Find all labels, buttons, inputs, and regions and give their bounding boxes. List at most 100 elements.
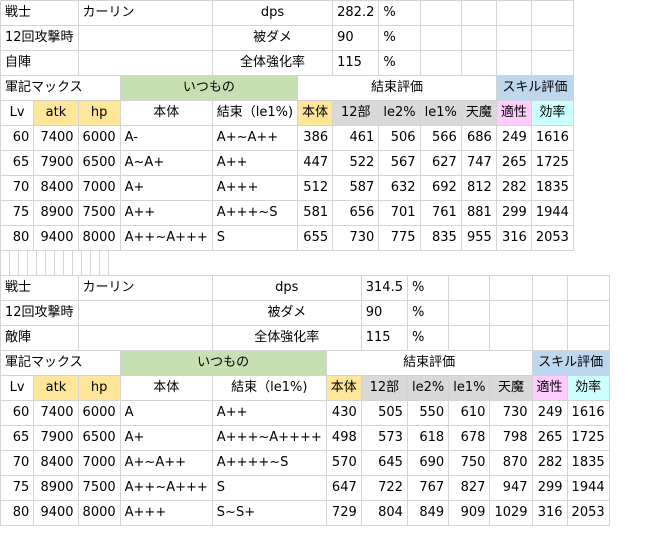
table-cell[interactable]: 447: [297, 150, 334, 176]
table-cell[interactable]: 618: [406, 425, 450, 451]
column-header-cell[interactable]: le2%: [406, 375, 450, 401]
group-header-kessoku[interactable]: 結束評価: [325, 350, 533, 376]
empty-cell[interactable]: [99, 250, 109, 276]
table-cell[interactable]: 909: [448, 500, 491, 526]
table-cell[interactable]: A: [119, 400, 213, 426]
empty-cell[interactable]: [566, 275, 610, 301]
empty-cell[interactable]: [0, 250, 10, 276]
table-cell[interactable]: 827: [448, 475, 491, 501]
table-cell[interactable]: 881: [460, 200, 497, 226]
table-cell[interactable]: 722: [360, 475, 408, 501]
info-unit-cell[interactable]: %: [406, 325, 450, 351]
table-cell[interactable]: 701: [378, 200, 421, 226]
table-cell[interactable]: 1725: [530, 150, 574, 176]
info-value-cell[interactable]: 90: [332, 25, 380, 51]
table-cell[interactable]: 812: [460, 175, 497, 201]
table-cell[interactable]: 8900: [33, 200, 79, 226]
table-cell[interactable]: 316: [495, 225, 532, 251]
group-header-itsumono[interactable]: いつもの: [119, 350, 327, 376]
table-cell[interactable]: 522: [332, 150, 380, 176]
empty-cell[interactable]: [45, 250, 55, 276]
info-key-cell[interactable]: 被ダメ: [211, 300, 362, 326]
table-cell[interactable]: 7400: [33, 125, 79, 151]
table-cell[interactable]: 7900: [33, 150, 79, 176]
info-label-cell[interactable]: 自陣: [0, 50, 79, 76]
table-cell[interactable]: 761: [419, 200, 462, 226]
table-cell[interactable]: 386: [297, 125, 334, 151]
table-cell[interactable]: 570: [325, 450, 362, 476]
table-cell[interactable]: 645: [360, 450, 408, 476]
table-cell[interactable]: 60: [0, 400, 35, 426]
column-header-cell[interactable]: 天魔: [489, 375, 533, 401]
table-cell[interactable]: A+++~S: [211, 200, 299, 226]
table-cell[interactable]: 835: [419, 225, 462, 251]
column-header-cell[interactable]: 本体: [119, 375, 213, 401]
column-header-cell[interactable]: le1%: [448, 375, 491, 401]
table-cell[interactable]: 316: [531, 500, 568, 526]
table-cell[interactable]: 690: [406, 450, 450, 476]
table-cell[interactable]: 7900: [33, 425, 79, 451]
table-cell[interactable]: 75: [0, 475, 35, 501]
table-cell[interactable]: 498: [325, 425, 362, 451]
table-cell[interactable]: 7400: [33, 400, 79, 426]
table-cell[interactable]: A+~A++: [211, 125, 299, 151]
column-header-cell[interactable]: 結束（le1%): [211, 100, 299, 126]
info-name-cell[interactable]: [77, 300, 213, 326]
table-cell[interactable]: 1029: [489, 500, 533, 526]
table-cell[interactable]: 8400: [33, 450, 79, 476]
table-cell[interactable]: 729: [325, 500, 362, 526]
column-header-cell[interactable]: 効率: [530, 100, 574, 126]
table-cell[interactable]: 7500: [77, 475, 121, 501]
table-cell[interactable]: S: [211, 225, 299, 251]
empty-cell[interactable]: [419, 0, 462, 26]
table-cell[interactable]: 767: [406, 475, 450, 501]
group-header-kessoku[interactable]: 結束評価: [297, 75, 497, 101]
table-cell[interactable]: 947: [489, 475, 533, 501]
table-cell[interactable]: 955: [460, 225, 497, 251]
table-cell[interactable]: 692: [419, 175, 462, 201]
empty-cell[interactable]: [54, 250, 64, 276]
table-cell[interactable]: 655: [297, 225, 334, 251]
empty-cell[interactable]: [448, 300, 491, 326]
table-cell[interactable]: 775: [378, 225, 421, 251]
group-header-skill[interactable]: スキル評価: [495, 75, 574, 101]
info-unit-cell[interactable]: %: [378, 25, 421, 51]
table-cell[interactable]: 249: [495, 125, 532, 151]
empty-cell[interactable]: [489, 275, 533, 301]
table-cell[interactable]: 2053: [530, 225, 574, 251]
group-header-gunki[interactable]: 軍記マックス: [0, 75, 121, 101]
table-cell[interactable]: 80: [0, 225, 35, 251]
empty-cell[interactable]: [489, 300, 533, 326]
table-cell[interactable]: 6000: [77, 125, 121, 151]
group-header-itsumono[interactable]: いつもの: [119, 75, 299, 101]
table-cell[interactable]: 750: [448, 450, 491, 476]
info-label-cell[interactable]: 12回攻撃時: [0, 300, 79, 326]
table-cell[interactable]: 7500: [77, 200, 121, 226]
info-key-cell[interactable]: 全体強化率: [211, 50, 334, 76]
column-header-cell[interactable]: atk: [33, 375, 79, 401]
column-header-cell[interactable]: Lv: [0, 100, 35, 126]
table-cell[interactable]: 610: [448, 400, 491, 426]
empty-cell[interactable]: [460, 0, 497, 26]
column-header-cell[interactable]: 12部: [332, 100, 380, 126]
empty-cell[interactable]: [448, 325, 491, 351]
info-value-cell[interactable]: 282.2: [332, 0, 380, 26]
table-cell[interactable]: A+~A++: [119, 450, 213, 476]
empty-cell[interactable]: [90, 250, 100, 276]
table-cell[interactable]: 249: [531, 400, 568, 426]
column-header-cell[interactable]: 適性: [531, 375, 568, 401]
table-cell[interactable]: 75: [0, 200, 35, 226]
empty-cell[interactable]: [566, 325, 610, 351]
table-cell[interactable]: 550: [406, 400, 450, 426]
column-header-cell[interactable]: hp: [77, 375, 121, 401]
table-cell[interactable]: 65: [0, 150, 35, 176]
table-cell[interactable]: A++~A+++: [119, 225, 213, 251]
empty-cell[interactable]: [27, 250, 37, 276]
info-value-cell[interactable]: 115: [360, 325, 408, 351]
info-key-cell[interactable]: dps: [211, 275, 362, 301]
info-label-cell[interactable]: 敵陣: [0, 325, 79, 351]
empty-cell[interactable]: [9, 250, 19, 276]
table-cell[interactable]: 505: [360, 400, 408, 426]
empty-cell[interactable]: [63, 250, 73, 276]
info-key-cell[interactable]: dps: [211, 0, 334, 26]
